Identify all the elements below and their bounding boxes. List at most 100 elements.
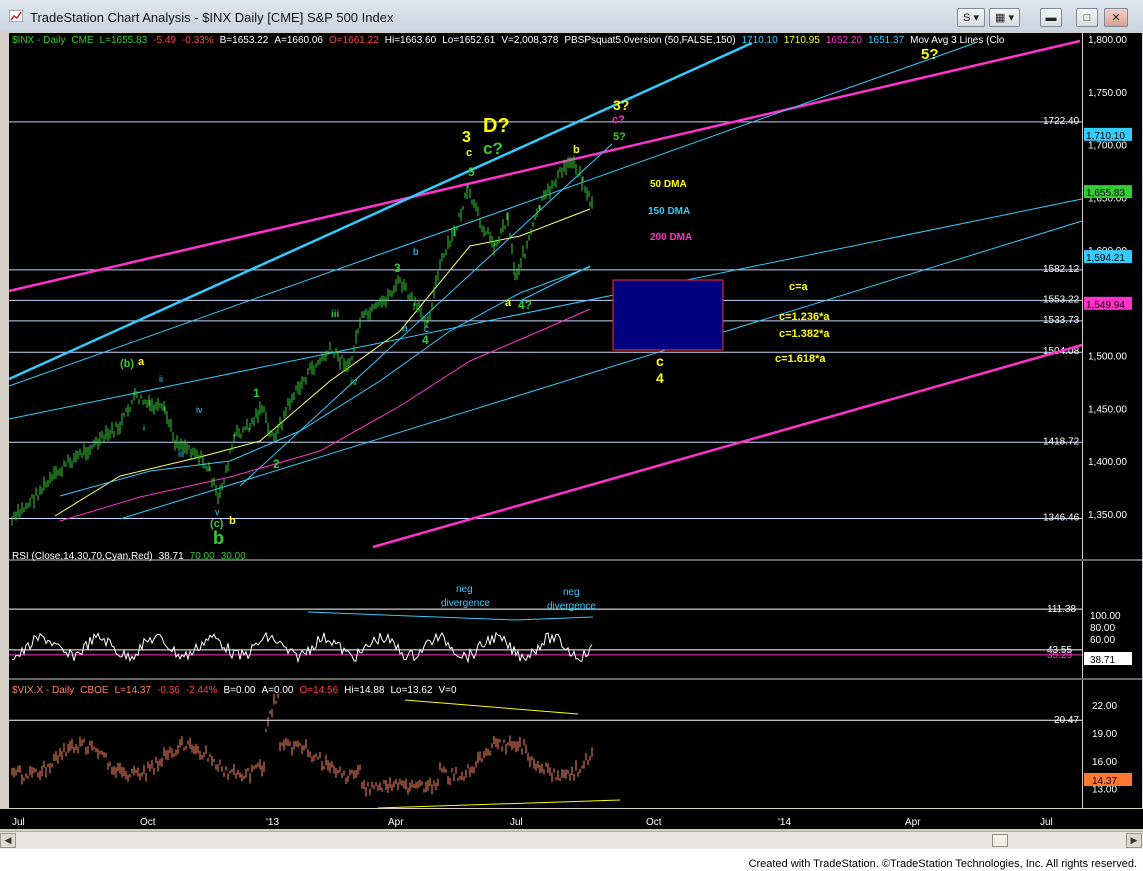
header-field: 38.71: [159, 551, 184, 562]
price-panel[interactable]: [9, 33, 1082, 559]
header-field: O=14.56: [299, 685, 338, 696]
vix-tick-label: 16.00: [1092, 757, 1117, 768]
header-field: CME: [71, 35, 94, 46]
x-tick-label: '14: [778, 817, 791, 828]
y-tick-label: 1,400.00: [1088, 457, 1127, 468]
wave-label: 5?: [613, 131, 626, 143]
price-level-label: 1553.22: [1043, 294, 1080, 305]
header-field: CBOE: [80, 685, 109, 696]
header-field: Hi=14.88: [344, 685, 385, 696]
wave-label: i: [143, 423, 145, 433]
x-tick-label: Jul: [510, 817, 523, 828]
x-tick-label: Oct: [140, 817, 156, 828]
wave-label: (b): [120, 358, 134, 370]
header-field: $VIX.X - Daily: [12, 685, 74, 696]
vix-badge-label: 14.37: [1092, 776, 1117, 787]
symbol-link-label: S: [963, 12, 971, 24]
price-badge-label: 1,655.83: [1086, 188, 1125, 199]
y-tick-label: 1,450.00: [1088, 404, 1127, 415]
wave-label: c: [656, 353, 664, 369]
x-axis-area: [0, 809, 1143, 829]
rsi-tick-label: 80.00: [1090, 623, 1115, 634]
wave-label: 1: [253, 386, 260, 400]
target-box: [612, 279, 724, 351]
header-field: 1710.10: [742, 35, 779, 46]
price-level-label: 1582.12: [1043, 264, 1080, 275]
wave-label: c?: [483, 139, 503, 158]
price-badge-label: 1,710.10: [1086, 131, 1125, 142]
window-title: TradeStation Chart Analysis - $INX Daily…: [30, 10, 394, 25]
chevron-down-icon: ▾: [1008, 12, 1014, 24]
scroll-right-arrow-icon[interactable]: ▶: [1126, 833, 1142, 848]
price-level-label: 1346.46: [1043, 512, 1080, 523]
rsi-badge-label: 38.71: [1090, 655, 1115, 666]
x-tick-label: '13: [266, 817, 279, 828]
wave-label: iv: [350, 377, 357, 388]
price-level-label: 1533.73: [1043, 315, 1080, 326]
header-field: L=1655.83: [100, 35, 148, 46]
y-tick-label: 1,800.00: [1088, 35, 1127, 46]
scroll-left-arrow-icon[interactable]: ◀: [0, 833, 16, 848]
tradestation-icon: [9, 10, 23, 22]
vix-panel[interactable]: [9, 680, 1082, 808]
wave-label: a: [402, 323, 408, 334]
fib-label: c=1.382*a: [779, 328, 830, 340]
header-field: -0.33%: [182, 35, 214, 46]
wave-label: 5: [468, 165, 475, 179]
chevron-down-icon: ▾: [973, 12, 979, 24]
header-field: 70.00: [190, 551, 215, 562]
menu-button[interactable]: ▦ ▾: [989, 8, 1020, 27]
rsi-tick-label: 100.00: [1090, 611, 1121, 622]
y-tick-label: 1,700.00: [1088, 141, 1127, 152]
horizontal-scrollbar[interactable]: ◀ ▶: [0, 831, 1143, 849]
header-field: -0.36: [157, 685, 180, 696]
wave-label: 4: [422, 333, 429, 347]
price-level-label: 1418.72: [1043, 436, 1080, 447]
wave-label: iii: [331, 309, 340, 320]
fib-label: c=1.618*a: [775, 353, 826, 365]
maximize-button[interactable]: □: [1076, 8, 1098, 27]
header-field: -5.49: [153, 35, 176, 46]
wave-label: 2: [273, 457, 280, 471]
dma-50-label: 50 DMA: [650, 179, 687, 190]
close-button[interactable]: ✕: [1104, 8, 1128, 27]
rsi-note: divergence: [547, 601, 596, 612]
scroll-thumb[interactable]: [992, 834, 1008, 847]
header-field: V=2,008,378: [501, 35, 558, 46]
rsi-level-label: 35.29: [1047, 650, 1072, 661]
wave-label: a: [505, 297, 512, 309]
header-field: 1652.20: [826, 35, 863, 46]
symbol-link-button[interactable]: S ▾: [957, 8, 985, 27]
header-field: -2.44%: [186, 685, 218, 696]
price-badge-label: 1,594.21: [1086, 253, 1125, 264]
header-field: 1651.37: [868, 35, 905, 46]
minimize-button[interactable]: ▬: [1040, 8, 1062, 27]
price-badge-label: 1,549.94: [1086, 300, 1125, 311]
fib-label: c=1.236*a: [779, 311, 830, 323]
chart-window: TradeStation Chart Analysis - $INX Daily…: [0, 0, 1143, 871]
wave-label: 4?: [518, 298, 532, 312]
header-field: O=1661.22: [329, 35, 379, 46]
rsi-panel[interactable]: [9, 561, 1082, 678]
rsi-level-label: 111.38: [1047, 604, 1077, 615]
wave-label: 3: [462, 129, 471, 146]
header-field: RSI (Close,14,30,70,Cyan,Red): [12, 551, 153, 562]
wave-label: ii: [159, 374, 163, 384]
header-field: V=0: [438, 685, 457, 696]
rsi-tick-label: 60.00: [1090, 635, 1115, 646]
vix-tick-label: 22.00: [1092, 701, 1117, 712]
wave-label: b: [413, 247, 419, 258]
rsi-note: divergence: [441, 598, 490, 609]
wave-label: v: [215, 507, 220, 517]
header-field: 30.00: [221, 551, 246, 562]
grid-icon: ▦: [995, 12, 1006, 24]
y-tick-label: 1,350.00: [1088, 510, 1127, 521]
wave-label: iv: [196, 405, 203, 415]
wave-label: b: [573, 144, 580, 156]
header-field: Lo=1652.61: [442, 35, 496, 46]
wave-label: D?: [483, 115, 510, 137]
header-field: L=14.37: [115, 685, 152, 696]
wave-label: a: [138, 356, 145, 368]
chart-area[interactable]: 1722.401582.121553.221533.731504.081418.…: [0, 31, 1143, 830]
vix-level-label: 20.47: [1054, 715, 1079, 726]
